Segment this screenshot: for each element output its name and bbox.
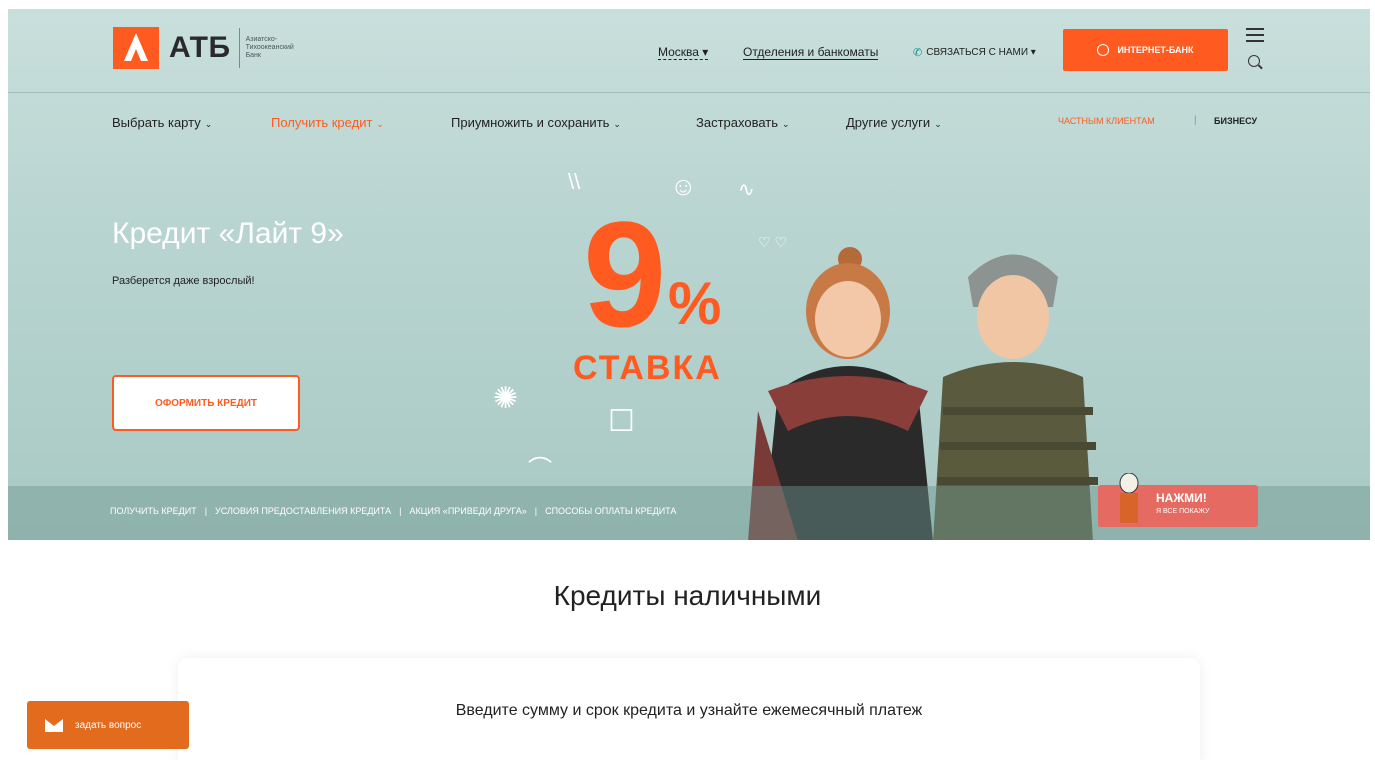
mascot-icon [1119, 473, 1139, 523]
calculator-prompt: Введите сумму и срок кредита и узнайте е… [455, 702, 923, 719]
nav-item-insure[interactable]: Застраховать ⌄ [696, 115, 790, 130]
phone-icon: ✆ [913, 47, 923, 59]
nav-item-multiply-save[interactable]: Приумножить и сохранить ⌄ [451, 115, 621, 130]
segment-private[interactable]: ЧАСТНЫМ КЛИЕНТАМ [1058, 116, 1155, 126]
credit-calculator-card: Введите сумму и срок кредита и узнайте е… [178, 658, 1200, 760]
logo-mark-icon [113, 27, 159, 69]
logo-description: Азиатско- Тихоокеанский Банк [245, 36, 294, 59]
nav-item-choose-card[interactable]: Выбрать карту ⌄ [112, 115, 212, 130]
ask-question-button[interactable]: задать вопрос [27, 701, 189, 749]
section-title: Кредиты наличными [553, 580, 822, 611]
bank-logo[interactable]: АТБ Азиатско- Тихоокеанский Банк [113, 27, 326, 69]
hero-title: Кредит «Лайт 9» [112, 217, 344, 250]
subnav-link-conditions[interactable]: УСЛОВИЯ ПРЕДОСТАВЛЕНИЯ КРЕДИТА [215, 506, 391, 516]
arc-doodle-icon: ⌒ [528, 456, 552, 483]
press-me-sub-label: Я ВСЕ ПОКАЖУ [1156, 508, 1210, 515]
subnav-link-refer-friend[interactable]: АКЦИЯ «ПРИВЕДИ ДРУГА» [409, 506, 526, 516]
hero-subtitle: Разберется даже взрослый! [112, 275, 255, 287]
squiggle-doodle-icon: ∿ [738, 179, 755, 201]
internet-bank-label: ИНТЕРНЕТ-БАНК [1117, 45, 1194, 55]
doodle-lines-icon: \\ [568, 169, 581, 194]
segment-business[interactable]: БИЗНЕСУ [1214, 116, 1257, 126]
segment-divider: | [1194, 115, 1197, 126]
logo-name: АТБ [169, 31, 231, 64]
chevron-down-icon: ⌄ [204, 119, 213, 129]
city-selector[interactable]: Москва ▾ [658, 45, 709, 60]
nav-item-get-credit[interactable]: Получить кредит ⌄ [271, 115, 384, 130]
logo-divider [238, 28, 240, 68]
internet-bank-button[interactable]: ИНТЕРНЕТ-БАНК [1063, 29, 1228, 71]
smiley-doodle-icon: ☺ [670, 171, 697, 201]
menu-icon[interactable] [1246, 28, 1264, 46]
promo-rate-percent: % [668, 270, 722, 337]
robot-doodle-icon: ☐ [608, 405, 635, 438]
promo-rate-word: СТАВКА [573, 349, 722, 387]
top-header: АТБ Азиатско- Тихоокеанский Банк Москва … [8, 9, 1370, 93]
main-nav: Выбрать карту ⌄ Получить кредит ⌄ Приумнож… [8, 113, 1370, 133]
promo-rate-number: 9 [583, 190, 667, 358]
press-me-badge[interactable]: НАЖМИ! Я ВСЕ ПОКАЖУ [1098, 473, 1258, 527]
press-me-label: НАЖМИ! [1156, 491, 1207, 505]
mail-icon [45, 718, 63, 732]
chevron-down-icon: ⌄ [934, 119, 942, 129]
contact-label: СВЯЗАТЬСЯ С НАМИ ▾ [926, 47, 1036, 58]
search-icon[interactable] [1248, 55, 1260, 67]
nav-item-other-services[interactable]: Другие услуги ⌄ [846, 115, 942, 130]
chevron-down-icon: ⌄ [376, 119, 384, 129]
ask-question-label: задать вопрос [75, 719, 142, 731]
branches-link[interactable]: Отделения и банкоматы [743, 45, 879, 60]
apply-credit-button[interactable]: ОФОРМИТЬ КРЕДИТ [112, 375, 300, 431]
dragon-doodle-icon: ✺ [493, 382, 519, 415]
subnav-link-payment-methods[interactable]: СПОСОБЫ ОПЛАТЫ КРЕДИТА [545, 506, 676, 516]
chevron-down-icon: ⌄ [613, 119, 621, 129]
contact-dropdown[interactable]: ✆ СВЯЗАТЬСЯ С НАМИ ▾ [913, 46, 1036, 59]
hero-banner: АТБ Азиатско- Тихоокеанский Банк Москва … [8, 9, 1370, 540]
user-icon [1097, 44, 1110, 56]
subnav-link-get-credit[interactable]: ПОЛУЧИТЬ КРЕДИТ [110, 506, 197, 516]
chevron-down-icon: ⌄ [782, 119, 790, 129]
